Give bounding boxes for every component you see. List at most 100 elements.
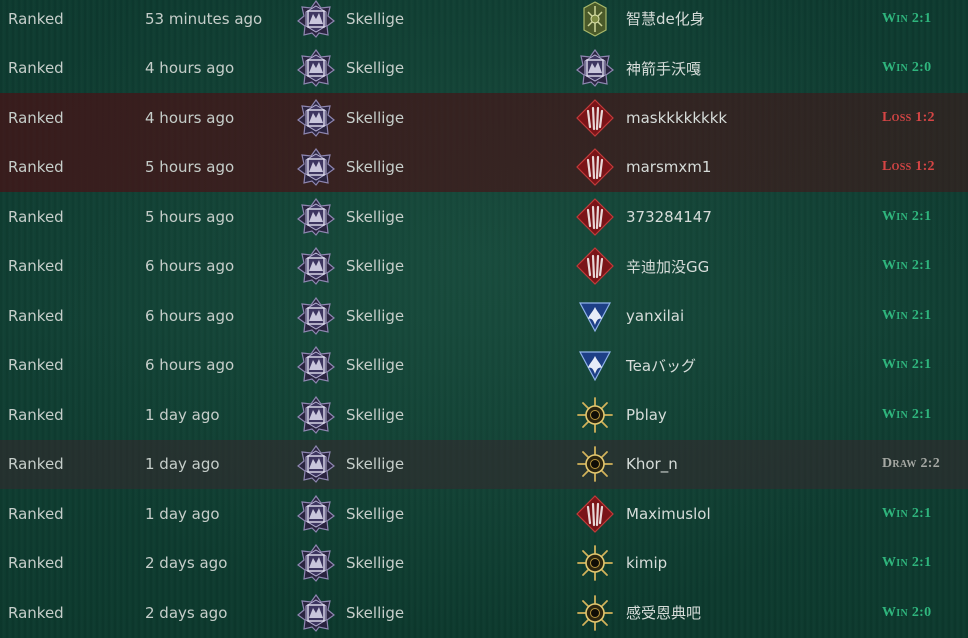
- match-time: 2 days ago: [145, 554, 228, 573]
- player-faction: Skellige: [346, 59, 405, 78]
- match-row[interactable]: Ranked 5 hours ago Skellige marsmxm1 Loss 1:…: [0, 142, 968, 193]
- match-mode: Ranked: [8, 207, 64, 226]
- monsters-icon: [575, 93, 615, 143]
- opponent-name[interactable]: Khor_n: [626, 440, 678, 490]
- result-score: 2:1: [911, 505, 932, 521]
- match-time: 6 hours ago: [145, 356, 235, 375]
- match-time: 1 day ago: [145, 455, 220, 474]
- match-result: Win 2:1: [882, 390, 931, 440]
- match-mode: Ranked: [8, 405, 64, 424]
- result-score: 2:1: [911, 555, 932, 571]
- skellige-icon: [296, 390, 336, 440]
- match-row[interactable]: Ranked 53 minutes ago Skellige 智慧de化身 Win 2:…: [0, 0, 968, 44]
- monsters-icon: [575, 242, 615, 292]
- match-time: 2 days ago: [145, 603, 228, 622]
- match-time: 6 hours ago: [145, 306, 235, 325]
- player-faction: Skellige: [346, 603, 405, 622]
- result-score: 2:1: [911, 208, 932, 224]
- match-row[interactable]: Ranked 6 hours ago Skellige 辛迪加没GG Win 2:1: [0, 242, 968, 292]
- player-faction: Skellige: [346, 306, 405, 325]
- player-faction: Skellige: [346, 9, 405, 28]
- match-row[interactable]: Ranked 6 hours ago Skellige Teaバッグ Win 2:1: [0, 341, 968, 391]
- result-label: Win: [882, 505, 909, 521]
- result-label: Win: [882, 357, 909, 373]
- match-row[interactable]: Ranked 4 hours ago Skellige 神箭手沃嘎 Win 2:0: [0, 44, 968, 94]
- nilfgaard-icon: [575, 539, 615, 589]
- opponent-name[interactable]: 感受恩典吧: [626, 588, 701, 638]
- match-mode: Ranked: [8, 158, 64, 177]
- result-score: 2:2: [920, 456, 941, 472]
- result-label: Win: [882, 60, 909, 76]
- match-time: 53 minutes ago: [145, 9, 263, 28]
- match-mode: Ranked: [8, 554, 64, 573]
- match-row[interactable]: Ranked 1 day ago Skellige Maximuslol Win 2:1: [0, 489, 968, 539]
- opponent-name[interactable]: 辛迪加没GG: [626, 242, 709, 292]
- opponent-name[interactable]: maskkkkkkkk: [626, 93, 727, 143]
- match-time: 1 day ago: [145, 405, 220, 424]
- result-label: Win: [882, 307, 909, 323]
- player-faction: Skellige: [346, 207, 405, 226]
- match-result: Loss 1:2: [882, 143, 935, 193]
- opponent-name[interactable]: 智慧de化身: [626, 0, 705, 44]
- result-score: 2:1: [911, 10, 932, 26]
- match-time: 6 hours ago: [145, 257, 235, 276]
- result-label: Win: [882, 555, 909, 571]
- skellige-icon: [296, 143, 336, 193]
- opponent-name[interactable]: Teaバッグ: [626, 341, 696, 391]
- match-result: Win 2:1: [882, 341, 931, 391]
- player-faction: Skellige: [346, 405, 405, 424]
- result-score: 2:1: [911, 406, 932, 422]
- match-row[interactable]: Ranked 1 day ago Skellige Pblay Win 2:1: [0, 390, 968, 440]
- result-label: Loss: [882, 159, 912, 175]
- skellige-icon: [296, 341, 336, 391]
- match-mode: Ranked: [8, 306, 64, 325]
- nilfgaard-icon: [575, 588, 615, 638]
- match-time: 5 hours ago: [145, 207, 235, 226]
- result-score: 2:0: [911, 60, 932, 76]
- match-row[interactable]: Ranked 6 hours ago Skellige yanxilai Win 2:1: [0, 291, 968, 341]
- skellige-icon: [296, 489, 336, 539]
- opponent-name[interactable]: 神箭手沃嘎: [626, 44, 701, 94]
- opponent-name[interactable]: Pblay: [626, 390, 667, 440]
- match-time: 4 hours ago: [145, 59, 235, 78]
- opponent-name[interactable]: kimip: [626, 539, 667, 589]
- skellige-icon: [296, 44, 336, 94]
- match-mode: Ranked: [8, 603, 64, 622]
- skellige-icon: [296, 192, 336, 242]
- match-result: Draw 2:2: [882, 440, 940, 490]
- match-mode: Ranked: [8, 108, 64, 127]
- match-time: 4 hours ago: [145, 108, 235, 127]
- skellige-icon: [296, 588, 336, 638]
- result-label: Draw: [882, 456, 917, 472]
- result-score: 2:1: [911, 307, 932, 323]
- match-mode: Ranked: [8, 504, 64, 523]
- result-score: 2:0: [911, 604, 932, 620]
- match-result: Win 2:1: [882, 291, 931, 341]
- result-label: Win: [882, 604, 909, 620]
- match-result: Win 2:1: [882, 539, 931, 589]
- skellige-icon: [296, 539, 336, 589]
- match-mode: Ranked: [8, 257, 64, 276]
- match-result: Win 2:1: [882, 489, 931, 539]
- opponent-name[interactable]: yanxilai: [626, 291, 684, 341]
- nilfgaard-icon: [575, 440, 615, 490]
- result-score: 2:1: [911, 258, 932, 274]
- match-row[interactable]: Ranked 2 days ago Skellige 感受恩典吧 Win 2:0: [0, 588, 968, 638]
- opponent-name[interactable]: Maximuslol: [626, 489, 711, 539]
- match-result: Win 2:1: [882, 242, 931, 292]
- match-row[interactable]: Ranked 1 day ago Skellige Khor_n Draw 2:2: [0, 439, 968, 490]
- scoiatael-icon: [575, 0, 615, 44]
- result-score: 1:2: [915, 109, 935, 125]
- match-result: Loss 1:2: [882, 93, 935, 143]
- match-row[interactable]: Ranked 4 hours ago Skellige maskkkkkkkk Loss…: [0, 93, 968, 143]
- match-mode: Ranked: [8, 356, 64, 375]
- match-row[interactable]: Ranked 5 hours ago Skellige 373284147 Win 2:…: [0, 192, 968, 242]
- monsters-icon: [575, 489, 615, 539]
- opponent-name[interactable]: marsmxm1: [626, 143, 711, 193]
- match-result: Win 2:1: [882, 192, 931, 242]
- skellige-icon: [296, 440, 336, 490]
- opponent-name[interactable]: 373284147: [626, 192, 712, 242]
- player-faction: Skellige: [346, 158, 405, 177]
- match-row[interactable]: Ranked 2 days ago Skellige kimip Win 2:1: [0, 539, 968, 589]
- nilfgaard-icon: [575, 390, 615, 440]
